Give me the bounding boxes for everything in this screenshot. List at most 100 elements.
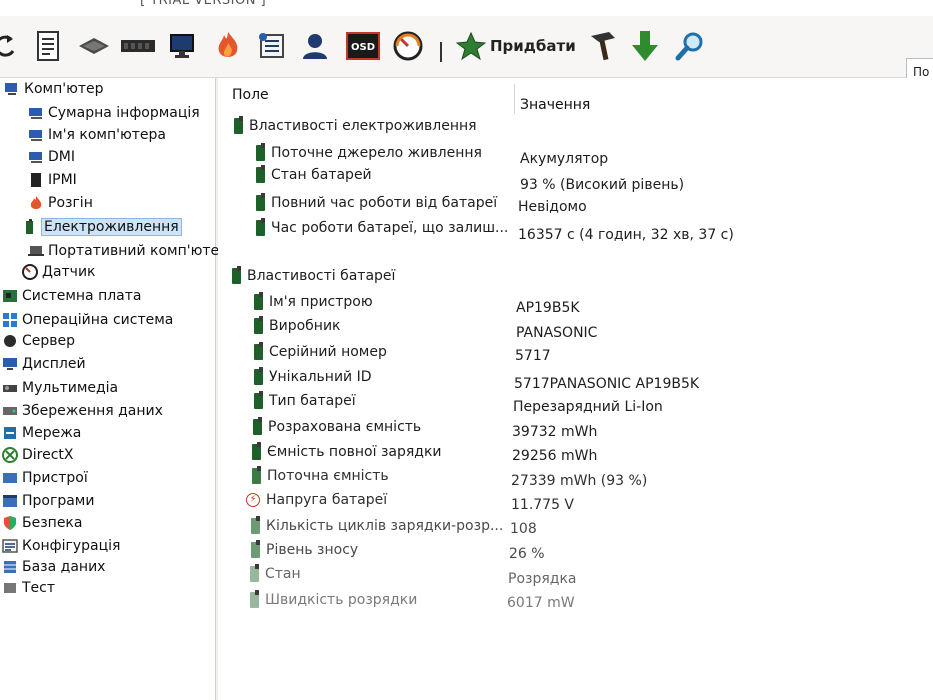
field-label: Поточна ємність <box>267 467 389 484</box>
field-value: 29256 mWh <box>512 447 598 464</box>
tree-item-directx[interactable]: DirectX <box>2 445 74 465</box>
field-value: PANASONIC <box>516 324 598 341</box>
field-value: Перезарядний Li-Ion <box>513 398 663 415</box>
tree-item-summary[interactable]: Сумарна інформація <box>28 103 200 123</box>
tree-item-computer-name[interactable]: Ім'я комп'ютера <box>28 125 166 145</box>
field-label: Виробник <box>269 317 341 334</box>
tree-item-overclock[interactable]: Розгін <box>28 193 93 213</box>
field-label: Серійний номер <box>269 343 387 360</box>
field-label: Напруга батареї <box>266 491 388 508</box>
tree-item-dmi[interactable]: DMI <box>28 147 75 167</box>
window-title-bar: [ TRIAL VERSION ] <box>0 0 933 16</box>
field-value: 5717PANASONIC AP19B5K <box>514 375 700 392</box>
tree-item-multimedia[interactable]: Мультимедіа <box>2 378 118 398</box>
directx-icon <box>2 447 18 463</box>
flame-icon <box>30 196 42 209</box>
tree-root-computer[interactable]: Комп'ютер <box>4 79 104 99</box>
table-row[interactable]: Ім'я пристрою <box>254 291 373 312</box>
table-row[interactable]: Стан <box>250 563 301 584</box>
table-row[interactable]: Серійний номер <box>254 341 387 362</box>
tree-item-power-management[interactable]: Електроживлення <box>22 217 182 237</box>
report-icon <box>37 31 59 61</box>
user-toolbar-button[interactable] <box>300 28 330 64</box>
details-pane: Поле Значення Властивості електроживленн… <box>218 78 933 700</box>
tree-item-label: DMI <box>48 149 75 165</box>
laptop-icon <box>28 246 44 256</box>
tools-toolbar-button[interactable] <box>588 28 618 64</box>
refresh-button[interactable] <box>0 28 18 64</box>
gauge-toolbar-button[interactable] <box>392 28 424 64</box>
svg-text:OSD: OSD <box>351 42 375 53</box>
group-battery-properties[interactable]: Властивості батареї <box>232 265 395 286</box>
tree-item-database[interactable]: База даних <box>2 557 105 577</box>
table-row[interactable]: Швидкість розрядки <box>250 589 417 610</box>
battery-icon <box>254 291 263 310</box>
tree-item-devices[interactable]: Пристрої <box>2 468 88 488</box>
battery-icon <box>254 315 263 334</box>
tree-item-ipmi[interactable]: IPMI <box>28 170 77 190</box>
tree-item-label: Програми <box>22 493 95 509</box>
field-value: 93 % (Високий рівень) <box>520 176 685 193</box>
motherboard-toolbar-button[interactable] <box>78 28 110 64</box>
field-label: Ім'я пристрою <box>269 293 373 310</box>
tree-item-label: База даних <box>22 559 106 575</box>
battery-icon <box>256 142 265 161</box>
battery-icon <box>252 441 261 460</box>
tree-item-label: IPMI <box>48 172 77 188</box>
column-divider[interactable] <box>514 84 515 114</box>
computer-icon <box>29 108 42 119</box>
column-header-field[interactable]: Поле <box>232 82 269 108</box>
network-toolbar-button[interactable] <box>256 28 290 64</box>
field-label: Повний час роботи від батареї <box>271 194 498 211</box>
battery-icon <box>254 390 263 409</box>
memory-toolbar-button[interactable] <box>120 28 156 64</box>
battery-icon <box>250 589 259 608</box>
tree-item-motherboard[interactable]: Системна плата <box>2 286 142 306</box>
table-row[interactable]: Час роботи батареї, що залиш... <box>256 217 508 238</box>
table-row[interactable]: Тип батареї <box>254 390 356 411</box>
table-row[interactable]: Стан батарей <box>256 164 372 185</box>
table-row[interactable]: Розрахована ємність <box>253 416 421 437</box>
table-row[interactable]: Повний час роботи від батареї <box>256 192 497 213</box>
column-header-value[interactable]: Значення <box>520 92 590 118</box>
table-row[interactable]: Ємність повної зарядки <box>252 441 442 462</box>
tree-item-test[interactable]: Тест <box>2 578 55 598</box>
osd-toolbar-button[interactable]: OSD <box>346 28 380 64</box>
tree-item-portable-computer[interactable]: Портативний комп'юте <box>28 241 219 261</box>
osd-icon: OSD <box>346 32 380 60</box>
battery-icon <box>234 115 243 134</box>
table-row[interactable]: Поточна ємність <box>252 465 389 486</box>
display-icon <box>3 358 17 370</box>
battery-icon <box>256 217 265 236</box>
download-arrow-icon <box>632 31 658 61</box>
tree-item-network[interactable]: Мережа <box>2 423 81 443</box>
tree-item-programs[interactable]: Програми <box>2 491 94 511</box>
tree-item-label: Ім'я комп'ютера <box>48 127 167 143</box>
update-toolbar-button[interactable] <box>630 28 660 64</box>
buy-button[interactable]: Придбати <box>456 28 586 64</box>
display-toolbar-button[interactable] <box>168 28 198 64</box>
search-toolbar-button[interactable] <box>674 28 706 64</box>
tree-item-server[interactable]: Сервер <box>2 331 75 351</box>
column-header-field-label: Поле <box>232 87 269 103</box>
tree-item-configuration[interactable]: Конфігурація <box>2 536 120 556</box>
tree-item-security[interactable]: Безпека <box>2 513 82 533</box>
tree-item-operating-system[interactable]: Операційна система <box>2 310 173 330</box>
server-icon <box>4 335 16 347</box>
table-row[interactable]: ⚡ Напруга батареї <box>246 489 387 510</box>
tree-item-storage[interactable]: Збереження даних <box>2 401 163 421</box>
table-row[interactable]: Поточне джерело живлення <box>256 142 482 163</box>
table-row[interactable]: Виробник <box>254 315 341 336</box>
battery-icon <box>250 563 259 582</box>
group-power-properties[interactable]: Властивості електроживлення <box>234 115 477 136</box>
table-row[interactable]: Унікальний ID <box>254 366 372 387</box>
tree-item-display[interactable]: Дисплей <box>2 354 86 374</box>
table-row[interactable]: Рівень зносу <box>251 539 358 560</box>
tree-item-sensor[interactable]: Датчик <box>22 262 96 282</box>
table-row[interactable]: Кількість циклів зарядки-розр... <box>251 515 503 536</box>
report-button[interactable] <box>34 28 62 64</box>
overclock-toolbar-button[interactable] <box>214 28 242 64</box>
tree-item-label: Конфігурація <box>22 538 121 554</box>
windows-icon <box>3 313 17 327</box>
tree-item-label: DirectX <box>22 447 74 463</box>
